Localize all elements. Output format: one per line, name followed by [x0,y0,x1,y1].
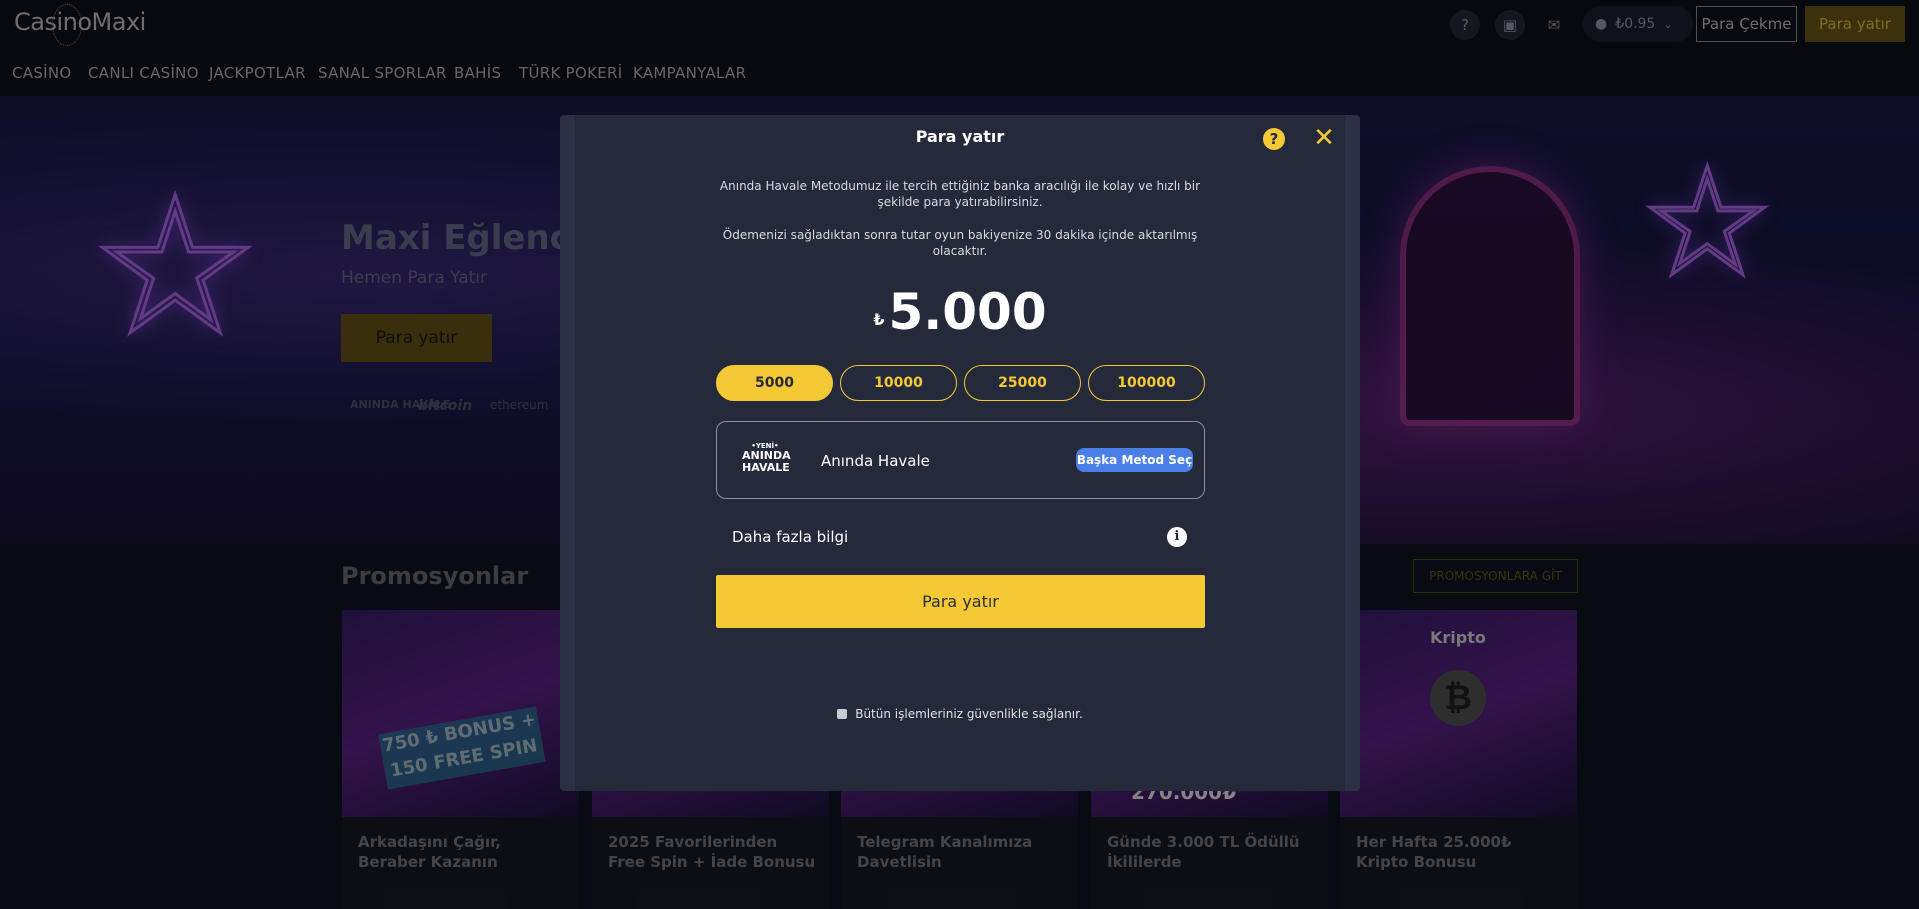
amount-chip-10000[interactable]: 10000 [840,365,957,401]
method-logo-text: ANINDA HAVALE [742,449,791,474]
amount-display: ₺5.000 [560,283,1360,341]
lock-icon [837,709,848,719]
info-icon[interactable]: i [1167,527,1187,547]
modal-description-note: Ödemenizi sağladıktan sonra tutar oyun b… [722,228,1198,258]
aninda-havale-logo: •YENİ• ANINDA HAVALE [742,442,791,478]
submit-deposit-button[interactable]: Para yatır [716,575,1205,628]
deposit-modal: Para yatır ? ✕ Anında Havale Metodumuz i… [560,115,1360,791]
modal-title: Para yatır [915,127,1005,146]
amount-chip-5000[interactable]: 5000 [716,365,833,401]
secure-note: Bütün işlemleriniz güvenlikle sağlanır. [560,707,1360,721]
close-icon[interactable]: ✕ [1312,125,1336,151]
secure-note-text: Bütün işlemleriniz güvenlikle sağlanır. [855,707,1083,721]
more-info-label[interactable]: Daha fazla bilgi [732,528,848,546]
change-method-button[interactable]: Başka Metod Seç [1076,448,1193,472]
modal-description: Anında Havale Metodumuz ile tercih ettiğ… [719,179,1201,209]
payment-method-box[interactable]: •YENİ• ANINDA HAVALE Anında Havale Başka… [716,421,1205,499]
amount-chip-25000[interactable]: 25000 [964,365,1081,401]
currency-symbol: ₺ [873,310,885,329]
help-icon[interactable]: ? [1263,128,1285,150]
amount-value: 5.000 [888,283,1047,341]
method-name: Anında Havale [821,452,930,470]
amount-chip-100000[interactable]: 100000 [1088,365,1205,401]
